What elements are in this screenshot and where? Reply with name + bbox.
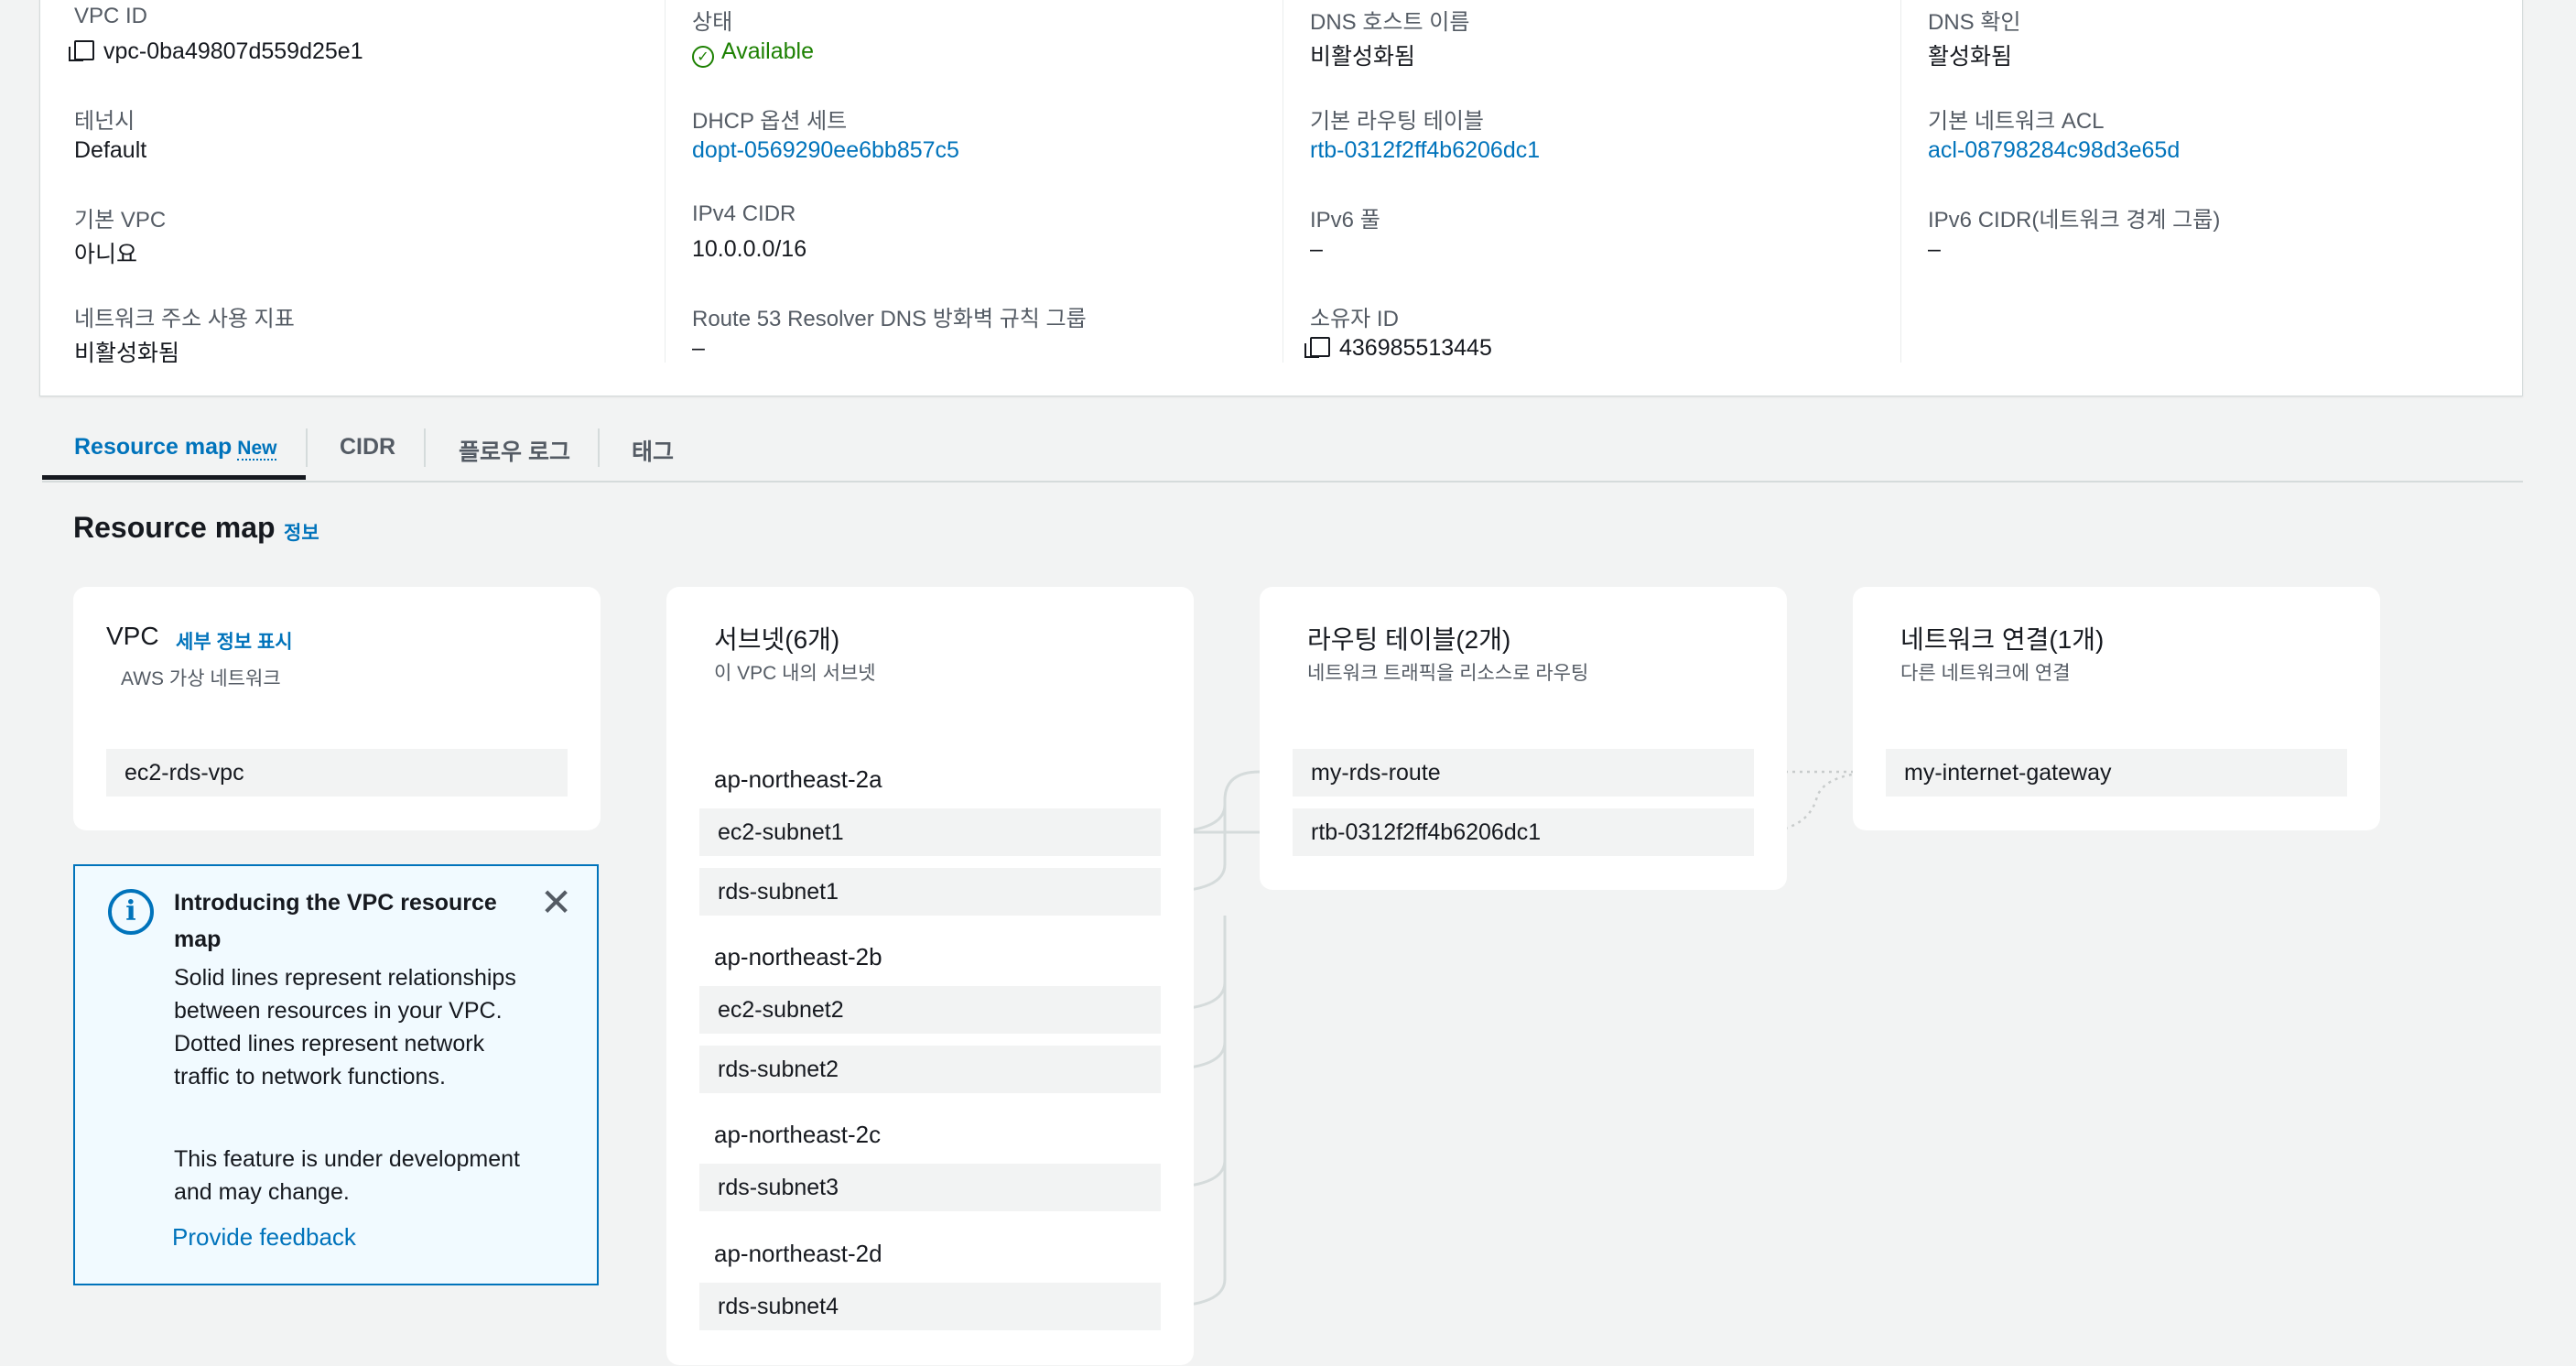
info-icon: i <box>108 889 154 935</box>
route-table-item[interactable]: my-rds-route <box>1293 749 1754 797</box>
alert-body: Solid lines represent relationships betw… <box>174 965 516 1090</box>
az-label: ap-northeast-2c <box>714 1121 882 1148</box>
subnets-card-title: 서브넷(6개) <box>714 625 840 654</box>
route-tables-card: 라우팅 테이블(2개) 네트워크 트래픽을 리소스로 라우팅 my-rds-ro… <box>1260 587 1787 890</box>
subnets-card: 서브넷(6개) 이 VPC 내의 서브넷 ap-northeast-2a ec2… <box>666 587 1194 1365</box>
az-label: ap-northeast-2d <box>714 1240 882 1267</box>
vpc-card-title: VPC <box>106 622 159 650</box>
az-label: ap-northeast-2a <box>714 765 882 793</box>
subnet-item[interactable]: rds-subnet3 <box>699 1164 1161 1211</box>
network-connections-card: 네트워크 연결(1개) 다른 네트워크에 연결 my-internet-gate… <box>1853 587 2380 830</box>
alert-title: Introducing the VPC resource map <box>174 890 497 952</box>
subnet-item[interactable]: ec2-subnet2 <box>699 986 1161 1034</box>
az-label: ap-northeast-2b <box>714 943 882 970</box>
route-table-item[interactable]: rtb-0312f2ff4b6206dc1 <box>1293 808 1754 856</box>
subnet-item[interactable]: rds-subnet2 <box>699 1046 1161 1093</box>
subnets-card-subtitle: 이 VPC 내의 서브넷 <box>714 663 876 684</box>
close-icon[interactable]: ✕ <box>540 884 572 922</box>
resource-map-intro-alert: i Introducing the VPC resource map ✕ Sol… <box>73 864 599 1285</box>
network-card-subtitle: 다른 네트워크에 연결 <box>1900 663 2071 684</box>
subnet-item[interactable]: rds-subnet4 <box>699 1283 1161 1330</box>
network-connection-item[interactable]: my-internet-gateway <box>1886 749 2347 797</box>
vpc-item[interactable]: ec2-rds-vpc <box>106 749 568 797</box>
subnet-item[interactable]: rds-subnet1 <box>699 868 1161 916</box>
network-card-title: 네트워크 연결(1개) <box>1900 625 2105 654</box>
route-tables-card-title: 라우팅 테이블(2개) <box>1307 625 1511 654</box>
vpc-card: VPC 세부 정보 표시 AWS 가상 네트워크 ec2-rds-vpc <box>73 587 601 830</box>
route-tables-card-subtitle: 네트워크 트래픽을 리소스로 라우팅 <box>1307 663 1589 684</box>
show-details-link[interactable]: 세부 정보 표시 <box>176 627 293 655</box>
subnet-item[interactable]: ec2-subnet1 <box>699 808 1161 856</box>
alert-body: This feature is under development and ma… <box>174 1146 520 1205</box>
provide-feedback-link[interactable]: Provide feedback <box>172 1223 356 1252</box>
vpc-card-subtitle: AWS 가상 네트워크 <box>121 668 281 689</box>
